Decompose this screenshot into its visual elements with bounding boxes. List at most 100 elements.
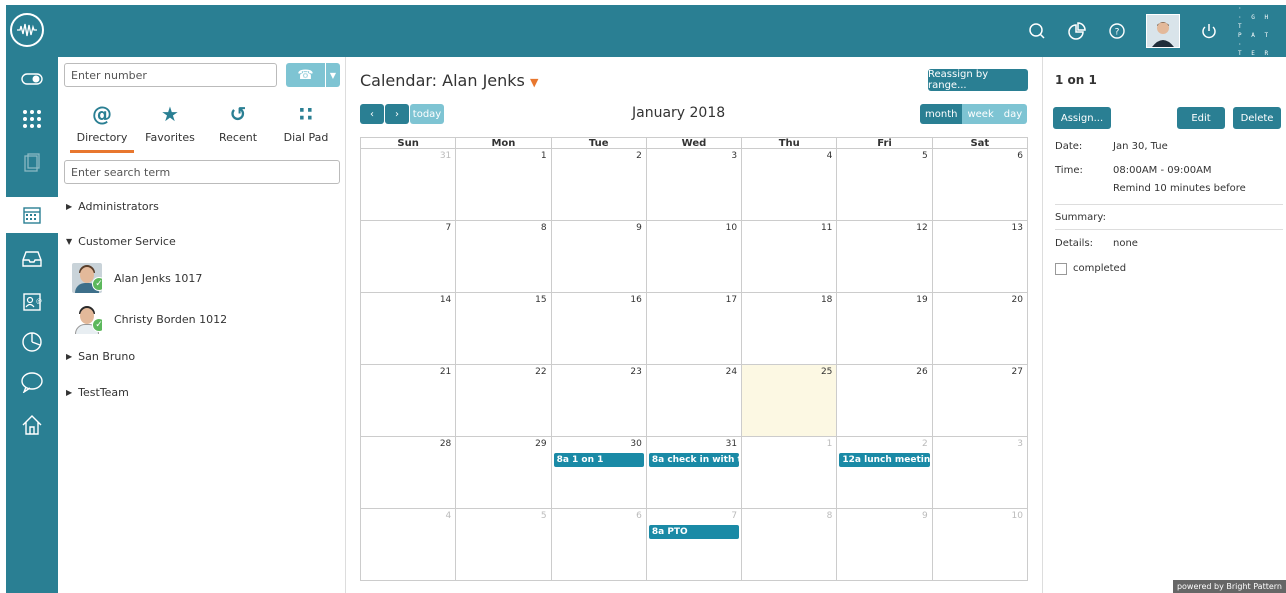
day-cell[interactable]: 9 (552, 221, 647, 292)
chart-icon[interactable] (1066, 20, 1088, 42)
tab-directory[interactable]: @ Directory (68, 101, 136, 151)
day-cell[interactable]: 8 (742, 509, 838, 580)
prev-month-button[interactable]: ‹ (360, 104, 384, 124)
day-cell[interactable]: 6 (552, 509, 647, 580)
day-cell[interactable]: 31 (361, 149, 457, 220)
calendar-owner-select[interactable]: Alan Jenks (442, 71, 525, 90)
group-san-bruno[interactable]: ▶ San Bruno (66, 350, 135, 363)
day-number: 8 (826, 511, 833, 521)
day-cell[interactable]: 18 (742, 293, 838, 364)
calendar-event[interactable]: 8a check in with te (648, 453, 740, 467)
chevron-down-icon[interactable]: ▼ (326, 63, 340, 87)
calendar-icon[interactable] (6, 197, 58, 233)
call-button[interactable]: ☎ ▼ (286, 63, 340, 87)
calendar-event[interactable]: 12a lunch meeting (839, 453, 930, 467)
day-cell[interactable]: 5 (837, 149, 933, 220)
number-input[interactable] (64, 63, 277, 87)
delete-button[interactable]: Delete (1233, 107, 1281, 129)
chat-bubble-icon[interactable] (6, 364, 58, 400)
dialpad-grid-icon[interactable] (6, 101, 58, 137)
day-cell[interactable]: 3 (647, 149, 743, 220)
day-cell[interactable]: 8 (456, 221, 552, 292)
day-cell[interactable]: 25 (742, 365, 838, 436)
divider (1055, 229, 1283, 230)
day-number: 14 (439, 295, 452, 305)
tab-dial-pad[interactable]: ∷ Dial Pad (272, 101, 340, 151)
today-button[interactable]: today (410, 104, 444, 124)
day-cell[interactable]: 29 (456, 437, 552, 508)
group-testteam[interactable]: ▶ TestTeam (66, 386, 129, 399)
powered-by-footer: powered by Bright Pattern (1172, 580, 1286, 593)
day-cell[interactable]: 4 (361, 509, 457, 580)
day-cell[interactable]: 2 (552, 149, 647, 220)
contact-alan-jenks[interactable]: ✓ Alan Jenks 1017 (72, 263, 202, 293)
day-cell[interactable]: 15 (456, 293, 552, 364)
day-number: 4 (445, 511, 452, 521)
day-cell[interactable]: 2 12a lunch meeting (837, 437, 933, 508)
reports-pie-icon[interactable] (6, 324, 58, 360)
view-switcher: month week day (920, 104, 1028, 124)
edit-button[interactable]: Edit (1177, 107, 1225, 129)
user-avatar[interactable] (1146, 14, 1180, 48)
day-cell[interactable]: 4 (742, 149, 838, 220)
completed-checkbox[interactable] (1055, 263, 1067, 275)
power-icon[interactable] (1198, 20, 1220, 42)
day-cell[interactable]: 6 (933, 149, 1028, 220)
contact-christy-borden[interactable]: ✓ Christy Borden 1012 (72, 304, 227, 334)
day-cell[interactable]: 28 (361, 437, 457, 508)
day-cell[interactable]: 22 (456, 365, 552, 436)
day-cell[interactable]: 19 (837, 293, 933, 364)
view-month-button[interactable]: month (920, 104, 963, 124)
day-cell[interactable]: 16 (552, 293, 647, 364)
day-cell[interactable]: 17 (647, 293, 743, 364)
search-input[interactable] (64, 160, 340, 184)
calendar-event[interactable]: 8a PTO (648, 525, 740, 539)
search-icon[interactable] (1026, 20, 1048, 42)
calendar-event[interactable]: 8a 1 on 1 (553, 453, 644, 467)
toggle-icon[interactable] (6, 61, 58, 97)
day-cell[interactable]: 5 (456, 509, 552, 580)
caret-down-icon[interactable]: ▼ (530, 76, 538, 89)
next-month-button[interactable]: › (385, 104, 409, 124)
day-cell[interactable]: 13 (933, 221, 1028, 292)
tab-favorites[interactable]: ★ Favorites (136, 101, 204, 151)
day-cell[interactable]: 7 8a PTO (647, 509, 743, 580)
inbox-tray-icon[interactable] (6, 240, 58, 276)
day-cell[interactable]: 3 (933, 437, 1028, 508)
day-cell[interactable]: 7 (361, 221, 457, 292)
reassign-by-range-button[interactable]: Reassign by range... (928, 69, 1028, 91)
day-cell[interactable]: 24 (647, 365, 743, 436)
day-cell[interactable]: 21 (361, 365, 457, 436)
day-number: 6 (636, 511, 642, 521)
divider (1055, 204, 1283, 205)
day-cell[interactable]: 31 8a check in with te (647, 437, 743, 508)
assign-button[interactable]: Assign... (1053, 107, 1111, 129)
day-cell[interactable]: 10 (933, 509, 1028, 580)
documents-icon[interactable] (6, 145, 58, 181)
day-cell[interactable]: 1 (456, 149, 552, 220)
home-icon[interactable] (6, 407, 58, 443)
day-cell[interactable]: 10 (647, 221, 743, 292)
group-customer-service[interactable]: ▼ Customer Service (66, 235, 176, 248)
week-row: 14 15 16 17 18 19 20 (361, 293, 1028, 365)
tab-recent[interactable]: ↺ Recent (204, 101, 272, 151)
day-cell[interactable]: 1 (742, 437, 838, 508)
day-cell[interactable]: 11 (742, 221, 838, 292)
day-cell[interactable]: 30 8a 1 on 1 (552, 437, 647, 508)
day-cell[interactable]: 9 (837, 509, 933, 580)
day-cell[interactable]: 27 (933, 365, 1028, 436)
day-cell[interactable]: 20 (933, 293, 1028, 364)
month-grid: Sun Mon Tue Wed Thu Fri Sat 31 1 2 3 4 5 6 7 8 9 1… (360, 137, 1028, 581)
view-week-button[interactable]: week (962, 104, 999, 124)
view-day-button[interactable]: day (998, 104, 1028, 124)
group-administrators[interactable]: ▶ Administrators (66, 200, 159, 213)
day-cell[interactable]: 23 (552, 365, 647, 436)
day-cell[interactable]: 26 (837, 365, 933, 436)
day-number: 1 (540, 151, 547, 161)
event-time: Time: 08:00AM - 09:00AM (1055, 165, 1212, 176)
phone-icon[interactable]: ☎ (286, 63, 326, 87)
day-cell[interactable]: 14 (361, 293, 457, 364)
help-icon[interactable]: ? (1106, 20, 1128, 42)
contact-card-icon[interactable]: @ (6, 284, 58, 320)
day-cell[interactable]: 12 (837, 221, 933, 292)
